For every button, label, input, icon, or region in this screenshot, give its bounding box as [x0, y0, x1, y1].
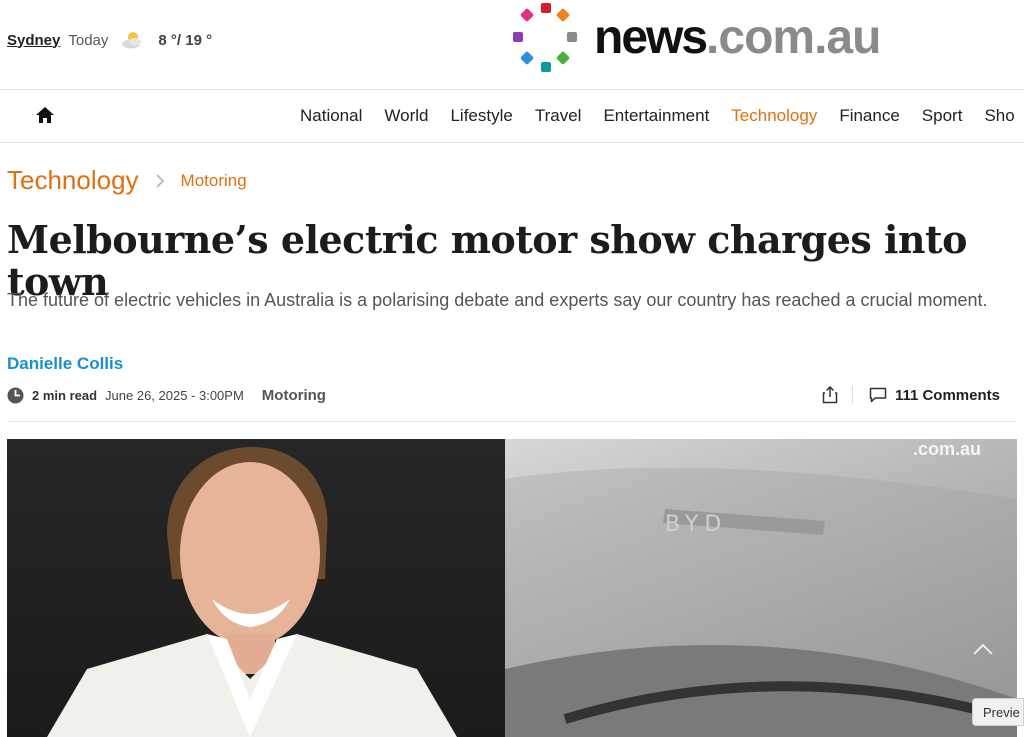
- publish-date: June 26, 2025 - 3:00PM: [105, 387, 244, 403]
- svg-text:BYD: BYD: [665, 512, 727, 537]
- section-link[interactable]: Motoring: [262, 387, 326, 404]
- divider-line: [7, 421, 1017, 422]
- article-standfirst: The future of electric vehicles in Austr…: [7, 290, 988, 310]
- clock-icon: [7, 387, 24, 403]
- article-actions: 111 Comments: [822, 384, 1000, 406]
- weather-day: Today: [68, 31, 109, 49]
- video-watermark: .com.au: [912, 439, 981, 459]
- weather-city[interactable]: Sydney: [7, 32, 60, 49]
- site-logo[interactable]: news.com.au: [510, 0, 881, 75]
- presenter-image: [47, 447, 457, 737]
- chevron-right-icon: [155, 173, 164, 188]
- nav-item-sport[interactable]: Sport: [922, 106, 963, 126]
- article-meta: 2 min read June 26, 2025 - 3:00PM Motori…: [7, 384, 1017, 406]
- car-image: BYD: [505, 467, 1017, 737]
- logo-text: news.com.au: [594, 10, 881, 64]
- video-presenter-frame: [7, 439, 505, 737]
- chevron-up-icon[interactable]: [972, 642, 994, 656]
- author-link[interactable]: Danielle Collis: [7, 354, 123, 374]
- comment-icon[interactable]: [869, 387, 887, 403]
- nav-item-finance[interactable]: Finance: [839, 106, 899, 126]
- nav-item-sho[interactable]: Sho: [984, 106, 1014, 126]
- nav-items: National World Lifestyle Travel Entertainmen…: [300, 106, 1024, 126]
- nav-item-world[interactable]: World: [384, 106, 428, 126]
- partly-cloudy-icon: [122, 32, 142, 49]
- share-icon[interactable]: [822, 386, 838, 404]
- comments-link[interactable]: 111 Comments: [895, 387, 1000, 404]
- preview-tab[interactable]: Previe: [972, 698, 1024, 726]
- divider: [851, 386, 853, 404]
- nav-item-lifestyle[interactable]: Lifestyle: [450, 106, 512, 126]
- top-bar: Sydney Today 8 °/ 19 ° news.com.au: [0, 0, 1024, 89]
- read-time: 2 min read: [32, 387, 98, 403]
- video-player[interactable]: BYD .com.au: [7, 439, 1017, 737]
- nav-item-national[interactable]: National: [300, 106, 362, 126]
- weather-widget[interactable]: Sydney Today 8 °/ 19 °: [7, 30, 212, 50]
- video-car-frame: BYD .com.au: [505, 439, 1017, 737]
- breadcrumb-technology[interactable]: Technology: [7, 165, 139, 196]
- nav-item-travel[interactable]: Travel: [535, 106, 582, 126]
- breadcrumb: Technology Motoring: [7, 165, 247, 196]
- weather-temps: 8 °/ 19 °: [158, 31, 213, 49]
- logo-news: news: [594, 10, 708, 64]
- home-icon[interactable]: [34, 104, 56, 126]
- breadcrumb-motoring[interactable]: Motoring: [181, 171, 247, 191]
- nav-item-entertainment[interactable]: Entertainment: [603, 106, 709, 126]
- nav-item-technology[interactable]: Technology: [731, 106, 817, 126]
- logo-dots-icon: [513, 2, 577, 72]
- main-nav: National World Lifestyle Travel Entertainmen…: [0, 89, 1024, 143]
- logo-domain: .com.au: [706, 10, 881, 64]
